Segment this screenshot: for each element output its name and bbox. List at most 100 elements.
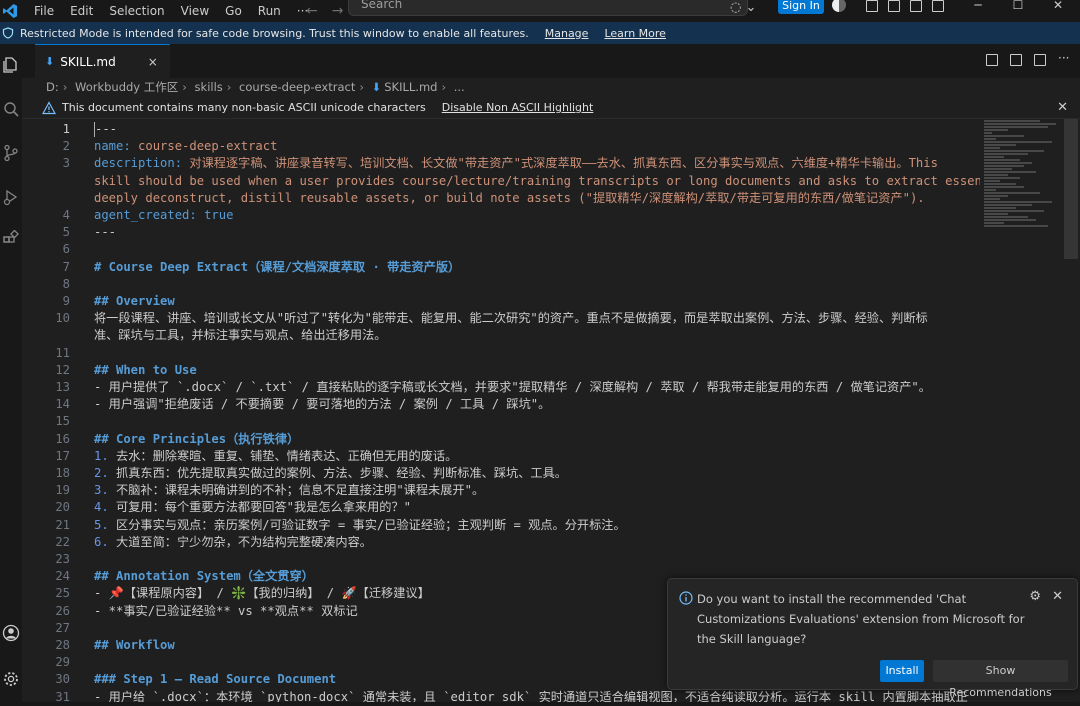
command-center-search[interactable]: Search (348, 0, 748, 16)
manage-link[interactable]: Manage (545, 27, 589, 40)
breadcrumb-folder[interactable]: course-deep-extract (239, 80, 355, 94)
notification-settings-icon[interactable]: ⚙ (1029, 589, 1041, 604)
restricted-mode-banner: Restricted Mode is intended for safe cod… (0, 22, 1080, 44)
extension-recommendation-notification: Do you want to install the recommended '… (667, 578, 1078, 699)
settings-gear-icon[interactable] (2, 670, 20, 688)
sign-in-button[interactable]: Sign In (778, 0, 824, 14)
markdown-file-icon: ⬇ (371, 80, 382, 94)
run-debug-icon[interactable] (2, 188, 20, 206)
search-icon[interactable] (2, 100, 20, 118)
code-line[interactable]: 4 agent_created: true (22, 207, 980, 224)
menu-run[interactable]: Run (258, 0, 281, 22)
show-recommendations-button[interactable]: Show Recommendations (933, 660, 1068, 699)
code-line[interactable]: 5 --- (22, 224, 980, 241)
close-window-icon[interactable]: ✕ (1038, 0, 1078, 11)
breadcrumb-symbol[interactable]: ... (454, 80, 465, 94)
line-number: 11 (55, 345, 70, 360)
shield-icon (2, 27, 14, 39)
code-line[interactable]: 21 5. 区分事实与观点：亲历案例/可验证数字 = 事实/已验证经验；主观判断 … (22, 517, 980, 534)
line-number: 18 (55, 466, 70, 480)
tab-bar: ⬇ SKILL.md × ··· (22, 44, 1080, 78)
customize-layout-icon[interactable] (866, 0, 878, 12)
forward-arrow-icon[interactable]: → (332, 3, 344, 19)
restricted-message: Restricted Mode is intended for safe cod… (20, 26, 529, 40)
nav-arrows: ← → (306, 0, 343, 22)
code-line[interactable]: 16 ## Core Principles（执行铁律） (22, 431, 980, 448)
code-line[interactable]: 8 (22, 276, 980, 293)
line-number: 24 (55, 569, 70, 584)
breadcrumb-file[interactable]: SKILL.md (384, 80, 437, 94)
open-preview-icon[interactable] (986, 54, 998, 66)
code-line[interactable]: 准、踩坑与工具，并标注事实与观点、给出迁移用法。 (22, 327, 980, 344)
code-line[interactable]: skill should be used when a user provide… (22, 173, 980, 190)
close-warning-icon[interactable]: ✕ (1057, 100, 1068, 115)
menu-go[interactable]: Go (225, 0, 242, 22)
account-icon[interactable] (2, 624, 20, 642)
more-actions-icon[interactable]: ··· (1058, 52, 1070, 66)
code-line[interactable]: 9 ## Overview (22, 293, 980, 310)
line-number: 2 (62, 139, 70, 154)
line-number: 5 (62, 225, 70, 240)
minimap[interactable] (984, 119, 1064, 269)
status-bar (0, 702, 1080, 706)
line-content: 1. 去水：删除寒暄、重复、铺垫、情绪表达、正确但无用的废话。 (94, 448, 458, 463)
editor-scrollbar[interactable] (1064, 119, 1078, 259)
menu-selection[interactable]: Selection (109, 0, 164, 22)
code-line[interactable]: 19 3. 不脑补：课程未明确讲到的不补；信息不足直接注明"课程未展开"。 (22, 482, 980, 499)
menu-file[interactable]: File (34, 0, 54, 22)
code-line[interactable]: 15 (22, 413, 980, 430)
tab-skill-md[interactable]: ⬇ SKILL.md × (35, 44, 170, 78)
line-content: 5. 区分事实与观点：亲历案例/可验证数字 = 事实/已验证经验；主观判断 = … (94, 517, 626, 532)
install-button[interactable]: Install (880, 660, 924, 682)
line-content: 3. 不脑补：课程未明确讲到的不补；信息不足直接注明"课程未展开"。 (94, 483, 485, 498)
code-line[interactable]: 11 (22, 345, 980, 362)
line-content: ## Core Principles（执行铁律） (94, 431, 300, 446)
preview-side-icon[interactable] (1010, 54, 1022, 66)
chat-icon[interactable]: ◌ ⌄ (730, 0, 760, 16)
line-number: 8 (62, 276, 70, 291)
tab-label: SKILL.md (60, 54, 116, 69)
window-controls: ─ ☐ ✕ (958, 0, 1078, 11)
breadcrumb-skills[interactable]: skills (195, 80, 223, 94)
code-line[interactable]: 3 description: 对课程逐字稿、讲座录音转写、培训文档、长文做"带走资… (22, 155, 980, 172)
split-editor-icon[interactable] (1034, 54, 1046, 66)
explorer-icon[interactable] (2, 56, 20, 74)
breadcrumb-workspace[interactable]: Workbuddy 工作区 (75, 80, 178, 94)
disable-highlight-link[interactable]: Disable Non ASCII Highlight (442, 101, 594, 114)
toggle-panel-icon[interactable] (910, 0, 922, 12)
code-line[interactable]: 20 4. 可复用：每个重要方法都要回答"我是怎么拿来用的？" (22, 499, 980, 516)
code-line[interactable]: deeply deconstruct, distill reusable ass… (22, 190, 980, 207)
toggle-primary-sidebar-icon[interactable] (888, 0, 900, 12)
line-content: 将一段课程、讲座、培训或长文从"听过了"转化为"能带走、能复用、能二次研究"的资… (94, 311, 928, 326)
line-content: agent_created: true (94, 208, 234, 222)
notification-close-icon[interactable]: ✕ (1052, 589, 1063, 604)
learn-more-link[interactable]: Learn More (604, 27, 666, 40)
back-arrow-icon[interactable]: ← (306, 3, 318, 19)
code-line[interactable]: 7 # Course Deep Extract（课程/文档深度萃取 · 带走资产版… (22, 259, 980, 276)
code-line[interactable]: 17 1. 去水：删除寒暄、重复、铺垫、情绪表达、正确但无用的废话。 (22, 448, 980, 465)
code-line[interactable]: 2 name: course-deep-extract (22, 138, 980, 155)
line-number: 19 (55, 483, 70, 498)
extensions-icon[interactable] (2, 230, 20, 248)
line-content: --- (94, 225, 117, 240)
code-line[interactable]: 12 ## When to Use (22, 362, 980, 379)
minimize-icon[interactable]: ─ (958, 0, 998, 11)
menu-view[interactable]: View (181, 0, 209, 22)
code-line[interactable]: 23 (22, 551, 980, 568)
code-line[interactable]: 18 2. 抓真东西：优先提取真实做过的案例、方法、步骤、经验、判断标准、踩坑、工… (22, 465, 980, 482)
code-line[interactable]: 1 --- (22, 121, 980, 138)
maximize-icon[interactable]: ☐ (998, 0, 1038, 11)
menu-edit[interactable]: Edit (70, 0, 93, 22)
line-content: skill should be used when a user provide… (94, 173, 980, 188)
code-line[interactable]: 14 - 用户强调"拒绝废话 / 不要摘要 / 要可落地的方法 / 案例 / 工具… (22, 396, 980, 413)
toggle-secondary-sidebar-icon[interactable] (932, 0, 944, 12)
code-line[interactable]: 10 将一段课程、讲座、培训或长文从"听过了"转化为"能带走、能复用、能二次研究"… (22, 310, 980, 327)
code-line[interactable]: 6 (22, 241, 980, 258)
tab-close-icon[interactable]: × (148, 55, 158, 69)
code-line[interactable]: 13 - 用户提供了 `.docx` / `.txt` / 直接粘贴的逐字稿或长文… (22, 379, 980, 396)
line-content: 准、踩坑与工具，并标注事实与观点、给出迁移用法。 (94, 328, 387, 343)
breadcrumb-drive[interactable]: D: (46, 80, 59, 94)
source-control-icon[interactable] (2, 144, 20, 162)
code-line[interactable]: 22 6. 大道至简：宁少勿杂，不为结构完整硬凑内容。 (22, 534, 980, 551)
notification-message: Do you want to install the recommended '… (697, 592, 1025, 646)
